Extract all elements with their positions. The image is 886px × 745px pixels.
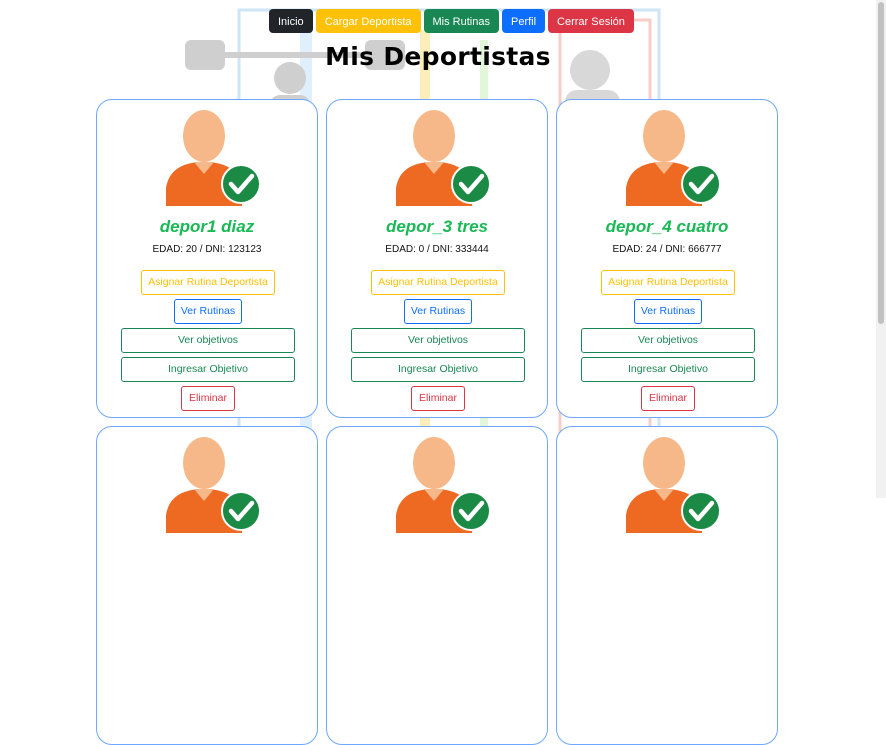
user-check-icon [396,437,491,533]
eliminar-button[interactable]: Eliminar [641,386,695,411]
nav-mis-rutinas-button[interactable]: Mis Rutinas [423,9,499,33]
user-check-icon [166,437,261,533]
ver-objetivos-button[interactable]: Ver objetivos [121,328,295,353]
ingresar-objetivo-button[interactable]: Ingresar Objetivo [121,357,295,382]
ver-rutinas-button[interactable]: Ver Rutinas [634,299,702,324]
nav-perfil-button[interactable]: Perfil [501,9,546,33]
deportista-name: depor1 diaz [159,217,255,236]
scrollbar[interactable] [876,0,886,498]
user-check-icon [626,437,721,533]
nav-cerrar-sesion-button[interactable]: Cerrar Sesión [548,9,634,33]
eliminar-button[interactable]: Eliminar [181,386,235,411]
ver-objetivos-button[interactable]: Ver objetivos [581,328,755,353]
page-title: Mis Deportistas [325,42,551,71]
user-check-icon [396,110,491,206]
asignar-rutina-button[interactable]: Asignar Rutina Deportista [141,270,275,295]
nav-cargar-deportista-button[interactable]: Cargar Deportista [315,9,421,33]
deportista-name: depor_3 tres [385,217,489,236]
deportista-info: EDAD: 24 / DNI: 666777 [612,244,722,255]
deportista-card [96,426,318,745]
ver-objetivos-button[interactable]: Ver objetivos [351,328,525,353]
scrollbar-thumb[interactable] [878,2,884,324]
deportista-card: depor_3 tres EDAD: 0 / DNI: 333444 Asign… [326,99,548,418]
user-check-icon [166,110,261,206]
eliminar-button[interactable]: Eliminar [411,386,465,411]
ver-rutinas-button[interactable]: Ver Rutinas [174,299,242,324]
nav-inicio-button[interactable]: Inicio [269,9,313,33]
top-nav: Inicio Cargar Deportista Mis Rutinas Per… [269,9,634,33]
deportista-name: depor_4 cuatro [605,217,729,236]
asignar-rutina-button[interactable]: Asignar Rutina Deportista [601,270,735,295]
deportista-info: EDAD: 20 / DNI: 123123 [152,244,262,255]
deportista-card [326,426,548,745]
deportista-card: depor1 diaz EDAD: 20 / DNI: 123123 Asign… [96,99,318,418]
asignar-rutina-button[interactable]: Asignar Rutina Deportista [371,270,505,295]
deportista-card [556,426,778,745]
deportista-info: EDAD: 0 / DNI: 333444 [385,244,489,255]
ver-rutinas-button[interactable]: Ver Rutinas [404,299,472,324]
ingresar-objetivo-button[interactable]: Ingresar Objetivo [581,357,755,382]
user-check-icon [626,110,721,206]
ingresar-objetivo-button[interactable]: Ingresar Objetivo [351,357,525,382]
deportista-card: depor_4 cuatro EDAD: 24 / DNI: 666777 As… [556,99,778,418]
